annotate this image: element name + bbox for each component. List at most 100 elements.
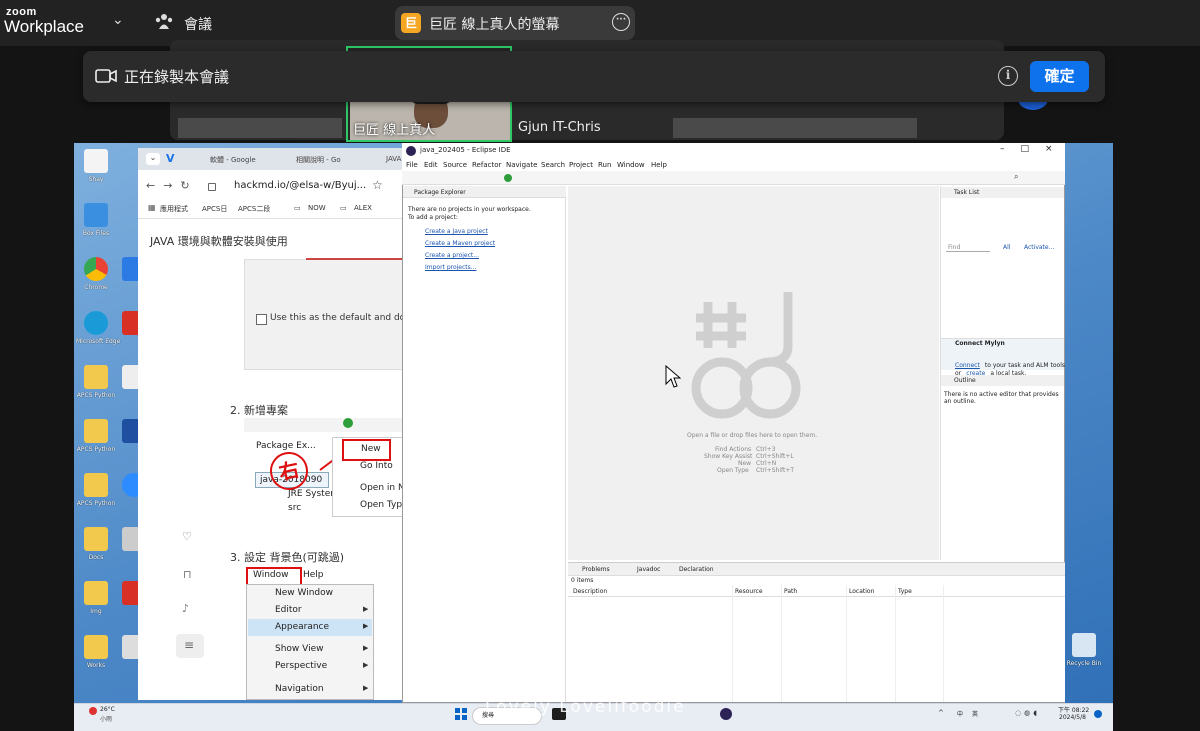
column-header-path[interactable]: Path	[784, 588, 797, 595]
participant-tile-blurred[interactable]	[673, 118, 917, 138]
weather-desc[interactable]: 小雨	[100, 714, 112, 723]
bookmark-folder[interactable]: ▭ ALEX	[340, 204, 372, 212]
task-all-link[interactable]: All	[1003, 244, 1010, 251]
window-controls[interactable]: –□×	[1000, 144, 1069, 154]
system-tray-icons[interactable]: ◌◍◖	[1015, 709, 1040, 717]
bell-icon[interactable]: ♪	[182, 602, 189, 615]
tab-problems[interactable]: Problems	[582, 566, 610, 573]
run-icon[interactable]	[504, 174, 512, 182]
menu-item-new-window[interactable]: New Window	[275, 588, 333, 598]
windows-start-icon[interactable]	[455, 708, 467, 720]
share-title: 巨匠 線上真人的螢幕	[429, 17, 560, 33]
browser-nav-buttons[interactable]: ←→↻	[146, 179, 198, 192]
menu-item-go-into[interactable]: Go Into	[360, 461, 393, 471]
meetings-label[interactable]: 會議	[184, 14, 212, 34]
tab-search-icon[interactable]: ⌄	[146, 153, 160, 165]
info-icon[interactable]: i	[998, 66, 1018, 86]
document-title: JAVA 環境與軟體安裝與使用	[150, 235, 288, 248]
menu-bar-help[interactable]: Help	[303, 570, 324, 580]
menu-item-appearance[interactable]: Appearance	[275, 622, 329, 632]
heart-icon[interactable]: ♡	[182, 530, 192, 543]
package-explorer-title[interactable]: Package Explorer	[414, 189, 466, 196]
eclipse-menu-file[interactable]: File	[406, 161, 418, 169]
file-icon[interactable]	[84, 149, 108, 173]
menu-item-open-in[interactable]: Open in N	[360, 483, 405, 493]
url-field[interactable]: hackmd.io/@elsa-w/Byuj...	[234, 180, 366, 191]
menu-item-perspective[interactable]: Perspective	[275, 661, 327, 671]
import-projects-link[interactable]: Import projects...	[425, 264, 477, 271]
notification-icon[interactable]	[1094, 710, 1102, 718]
desktop-icon-label: APCS Python	[76, 446, 116, 453]
menu-bar-window[interactable]: Window	[253, 570, 289, 580]
column-header-description[interactable]: Description	[573, 588, 607, 595]
confirm-button[interactable]: 確定	[1030, 61, 1089, 92]
more-options-icon[interactable]: ···	[612, 13, 630, 31]
folder-icon[interactable]	[84, 473, 108, 497]
create-java-project-link[interactable]: Create a Java project	[425, 228, 488, 235]
search-icon[interactable]: ⌕	[1014, 172, 1018, 182]
ime-mode-1[interactable]: 中	[957, 709, 963, 718]
chevron-up-icon[interactable]: ^	[938, 709, 944, 717]
folder-icon[interactable]	[84, 419, 108, 443]
folder-icon[interactable]	[84, 365, 108, 389]
eclipse-menu-help[interactable]: Help	[651, 161, 667, 169]
menu-item-navigation[interactable]: Navigation	[275, 684, 324, 694]
clock-time[interactable]: 下午 08:22	[1058, 705, 1089, 714]
folder-icon[interactable]	[84, 527, 108, 551]
folder-icon[interactable]	[84, 203, 108, 227]
column-header-resource[interactable]: Resource	[735, 588, 763, 595]
eclipse-menu-run[interactable]: Run	[598, 161, 611, 169]
task-activate-link[interactable]: Activate...	[1024, 244, 1054, 251]
menu-item-show-view[interactable]: Show View	[275, 644, 324, 654]
eclipse-menu-refactor[interactable]: Refactor	[472, 161, 501, 169]
tab-declaration[interactable]: Declaration	[679, 566, 714, 573]
bookmark-item[interactable]: 應用程式	[160, 204, 188, 214]
participant-tile-blurred[interactable]	[178, 118, 342, 138]
eclipse-taskbar-icon[interactable]	[720, 708, 732, 720]
chrome-icon[interactable]	[84, 257, 108, 281]
apps-grid-icon[interactable]: ▦	[148, 203, 156, 212]
folder-icon[interactable]	[84, 581, 108, 605]
weather-alert-icon	[89, 707, 97, 715]
watermark-text: Lovely Lovelifoodie	[485, 697, 686, 717]
meetings-people-icon[interactable]	[154, 12, 174, 32]
submenu-arrow-icon: ▶	[363, 622, 369, 630]
divider	[306, 258, 404, 260]
browser-tab[interactable]: JAVA	[386, 155, 401, 163]
tab-javadoc[interactable]: Javadoc	[637, 566, 660, 573]
weather-temp[interactable]: 26°C	[100, 706, 115, 713]
site-info-icon[interactable]	[208, 183, 216, 191]
folder-icon[interactable]	[84, 635, 108, 659]
bookmark-icon[interactable]: ⊓	[183, 568, 192, 581]
browser-tab[interactable]: 相關說明 - Go	[296, 155, 341, 165]
ime-mode-2[interactable]: 英	[972, 709, 978, 718]
problems-table-header	[568, 585, 1065, 597]
eclipse-menu-project[interactable]: Project	[569, 161, 593, 169]
create-project-link[interactable]: Create a project...	[425, 252, 479, 259]
chevron-down-icon[interactable]: ⌄	[112, 12, 124, 28]
bookmark-folder[interactable]: ▭ NOW	[294, 204, 326, 212]
column-header-type[interactable]: Type	[898, 588, 912, 595]
bookmark-item[interactable]: APCS日	[202, 204, 227, 214]
menu-item-new[interactable]: New	[361, 444, 381, 454]
recycle-bin-icon[interactable]	[1072, 633, 1096, 657]
eclipse-menu-search[interactable]: Search	[541, 161, 565, 169]
column-header-location[interactable]: Location	[849, 588, 874, 595]
eclipse-menu-edit[interactable]: Edit	[424, 161, 438, 169]
create-maven-project-link[interactable]: Create a Maven project	[425, 240, 495, 247]
eclipse-menu-navigate[interactable]: Navigate	[506, 161, 537, 169]
task-list-title[interactable]: Task List	[954, 189, 979, 196]
eclipse-menu-window[interactable]: Window	[617, 161, 645, 169]
desktop-icon-label: Box Files	[82, 230, 110, 237]
menu-item-open-type[interactable]: Open Typ	[360, 500, 402, 510]
clock-date[interactable]: 2024/5/8	[1059, 714, 1086, 721]
menu-icon[interactable]: ≡	[176, 634, 204, 658]
default-checkbox[interactable]	[256, 314, 267, 325]
bookmark-item[interactable]: APCS二段	[238, 204, 270, 214]
star-icon[interactable]: ☆	[372, 178, 383, 192]
outline-title[interactable]: Outline	[954, 377, 976, 384]
menu-item-editor[interactable]: Editor	[275, 605, 302, 615]
eclipse-menu-source[interactable]: Source	[443, 161, 467, 169]
edge-icon[interactable]	[84, 311, 108, 335]
browser-tab[interactable]: 軟體 - Google	[210, 155, 256, 165]
